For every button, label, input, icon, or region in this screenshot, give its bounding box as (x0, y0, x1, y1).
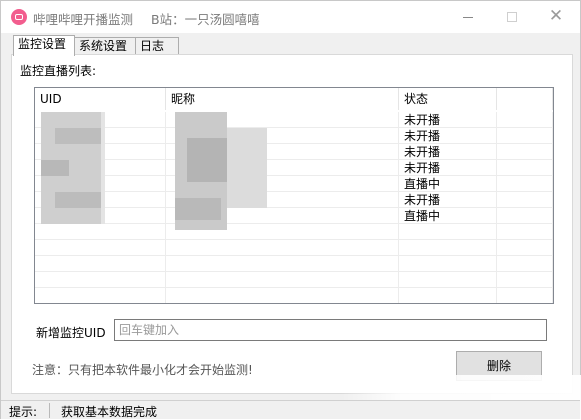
status-cell: 未开播 (399, 144, 497, 160)
window-title: 哔哩哔哩开播监测 B站：一只汤圆嘻嘻 (33, 9, 260, 28)
uid-cell (35, 272, 166, 288)
maximize-icon (507, 12, 517, 22)
bilibili-tv-icon (11, 9, 27, 25)
add-uid-label: 新增监控UID (36, 326, 106, 340)
add-uid-input[interactable] (114, 319, 547, 341)
uid-cell (35, 256, 166, 272)
column-header-status[interactable]: 状态 (399, 88, 497, 110)
list-rows: 未开播 未开播 未开播 未开播 直播中 未开播 直播中 (35, 112, 553, 303)
column-header-nickname[interactable]: 昵称 (166, 88, 399, 110)
extra-cell (497, 112, 553, 128)
column-header-uid[interactable]: UID (35, 88, 166, 110)
extra-cell (497, 224, 553, 240)
status-cell: 直播中 (399, 176, 497, 192)
blurred-uid-block (41, 160, 69, 176)
list-row[interactable] (35, 272, 553, 288)
blurred-uid-block (101, 112, 105, 224)
list-row[interactable] (35, 256, 553, 272)
monitor-list-view[interactable]: UID 昵称 状态 未开播 未开播 未开播 未开播 直播中 未开播 直播中 (34, 87, 554, 304)
extra-cell (497, 176, 553, 192)
notice-text: 注意：只有把本软件最小化才会开始监测! (32, 363, 253, 377)
extra-cell (497, 288, 553, 303)
nickname-cell (166, 240, 399, 256)
list-row[interactable]: 未开播 (35, 160, 553, 176)
status-cell (399, 224, 497, 240)
title-bar[interactable]: 哔哩哔哩开播监测 B站：一只汤圆嘻嘻 ✕ (1, 1, 580, 33)
nickname-cell (166, 256, 399, 272)
list-row[interactable] (35, 288, 553, 303)
status-cell (399, 256, 497, 272)
blurred-nickname-block (175, 198, 221, 220)
status-cell (399, 240, 497, 256)
list-row[interactable]: 直播中 (35, 176, 553, 192)
list-row[interactable] (35, 240, 553, 256)
list-row[interactable]: 未开播 (35, 144, 553, 160)
list-header: UID 昵称 状态 (35, 88, 553, 110)
extra-cell (497, 192, 553, 208)
uid-cell (35, 240, 166, 256)
extra-cell (497, 128, 553, 144)
uid-cell (35, 224, 166, 240)
list-row[interactable]: 未开播 (35, 128, 553, 144)
minimize-button[interactable] (446, 1, 490, 33)
extra-cell (497, 144, 553, 160)
extra-cell (497, 160, 553, 176)
status-label: 提示: (9, 405, 38, 419)
uid-cell (35, 288, 166, 303)
status-cell: 直播中 (399, 208, 497, 224)
list-row[interactable]: 未开播 (35, 112, 553, 128)
extra-cell (497, 240, 553, 256)
status-cell: 未开播 (399, 112, 497, 128)
tab-log[interactable]: 日志 (135, 37, 179, 55)
maximize-button[interactable] (490, 1, 534, 33)
blurred-uid-block (55, 192, 101, 208)
nickname-cell (166, 272, 399, 288)
status-cell (399, 272, 497, 288)
status-cell: 未开播 (399, 160, 497, 176)
list-row[interactable]: 直播中 (35, 208, 553, 224)
close-icon: ✕ (548, 6, 564, 26)
extra-cell (497, 272, 553, 288)
list-row[interactable]: 未开播 (35, 192, 553, 208)
tab-system-settings[interactable]: 系统设置 (74, 37, 136, 55)
tab-monitor-settings[interactable]: 监控设置 (13, 35, 75, 56)
window-subtitle: B站：一只汤圆嘻嘻 (151, 12, 260, 27)
list-row[interactable] (35, 224, 553, 240)
monitor-list-label: 监控直播列表: (20, 64, 97, 78)
minimize-icon (463, 17, 473, 18)
status-cell: 未开播 (399, 192, 497, 208)
nickname-cell (166, 288, 399, 303)
status-cell: 未开播 (399, 128, 497, 144)
monitor-settings-panel: 监控直播列表: UID 昵称 状态 未开播 未开播 未开播 未开播 直播中 未开播 直播中 … (11, 54, 573, 394)
close-button[interactable]: ✕ (534, 1, 578, 33)
status-separator (49, 403, 50, 418)
blurred-nickname-block (227, 128, 267, 208)
status-message: 获取基本数据完成 (61, 405, 158, 419)
column-header-extra[interactable] (497, 88, 553, 110)
extra-cell (497, 256, 553, 272)
extra-cell (497, 208, 553, 224)
window-title-text: 哔哩哔哩开播监测 (33, 12, 134, 27)
blurred-nickname-block (187, 138, 227, 182)
status-cell (399, 288, 497, 303)
app-window: 哔哩哔哩开播监测 B站：一只汤圆嘻嘻 ✕ 监控设置 系统设置 日志 监控直播列表:… (0, 0, 581, 419)
status-bar: 提示: 获取基本数据完成 (1, 400, 580, 419)
blurred-uid-block (55, 128, 101, 144)
